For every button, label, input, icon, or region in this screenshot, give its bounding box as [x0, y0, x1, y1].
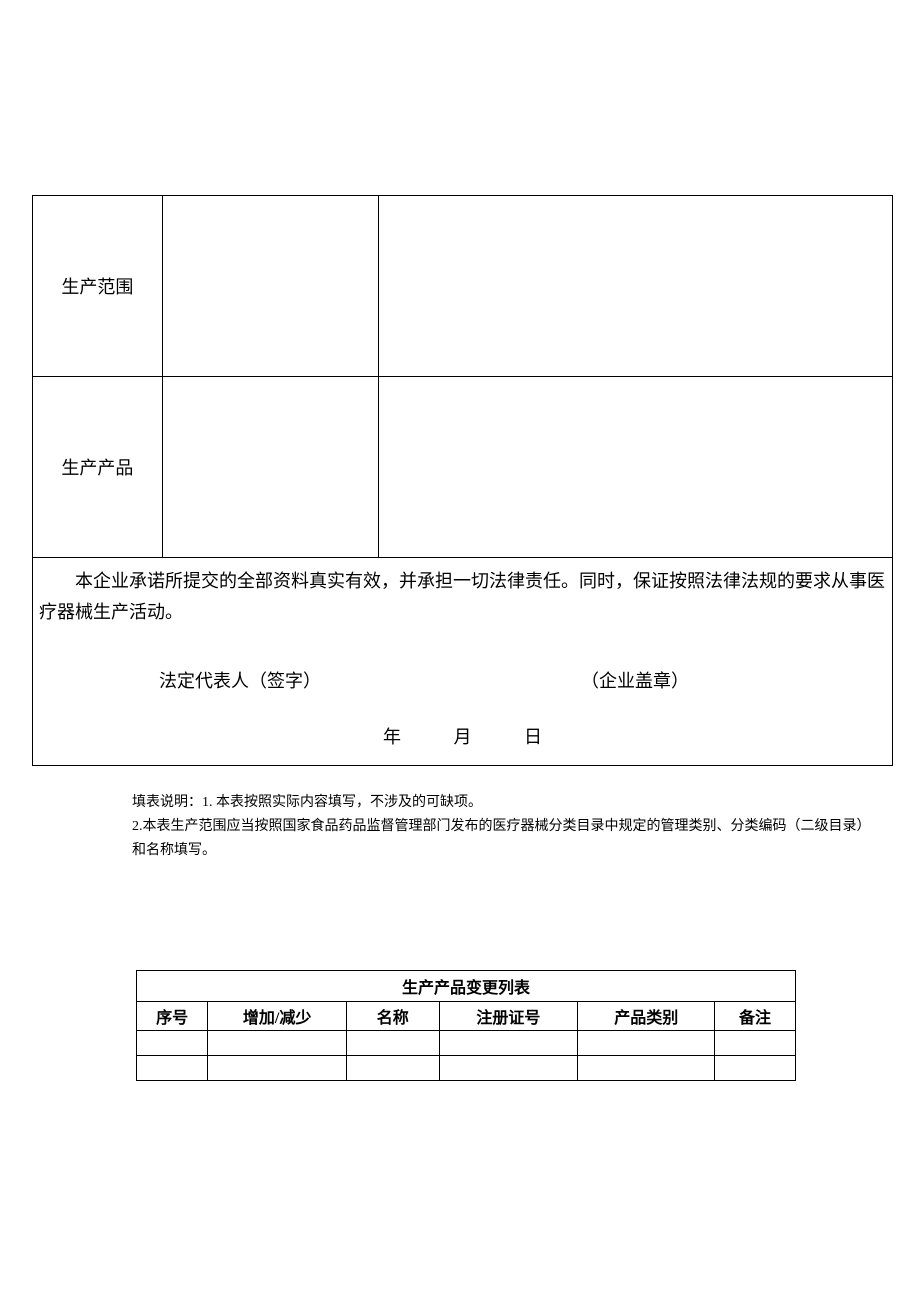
cell-add-remove[interactable]	[208, 1031, 347, 1056]
cell-product-mid[interactable]	[162, 377, 378, 558]
cell-remark[interactable]	[715, 1031, 796, 1056]
cell-reg-number[interactable]	[439, 1056, 578, 1081]
change-table-header-row: 序号 增加/减少 名称 注册证号 产品类别 备注	[137, 1002, 796, 1031]
label-production-product: 生产产品	[33, 377, 163, 558]
cell-serial[interactable]	[137, 1056, 208, 1081]
cell-product-right[interactable]	[379, 377, 893, 558]
main-form-table: 生产范围 生产产品 本企业承诺所提交的全部资料真实有效，并承担一切法律责任。同时…	[32, 195, 893, 766]
col-header-category: 产品类别	[578, 1002, 715, 1031]
change-list-table: 生产产品变更列表 序号 增加/减少 名称 注册证号 产品类别 备注	[136, 970, 796, 1081]
instruction-line-1: 填表说明：1. 本表按照实际内容填写，不涉及的可缺项。	[132, 791, 872, 815]
commitment-text: 本企业承诺所提交的全部资料真实有效，并承担一切法律责任。同时，保证按照法律法规的…	[39, 566, 886, 627]
commitment-cell: 本企业承诺所提交的全部资料真实有效，并承担一切法律责任。同时，保证按照法律法规的…	[33, 558, 893, 766]
row-production-product: 生产产品	[33, 377, 893, 558]
cell-category[interactable]	[578, 1031, 715, 1056]
instructions-block: 填表说明：1. 本表按照实际内容填写，不涉及的可缺项。 2.本表生产范围应当按照…	[132, 791, 872, 862]
change-table-title: 生产产品变更列表	[137, 971, 796, 1002]
col-header-remark: 备注	[715, 1002, 796, 1031]
col-header-reg-number: 注册证号	[439, 1002, 578, 1031]
row-commitment: 本企业承诺所提交的全部资料真实有效，并承担一切法律责任。同时，保证按照法律法规的…	[33, 558, 893, 766]
cell-reg-number[interactable]	[439, 1031, 578, 1056]
col-header-add-remove: 增加/减少	[208, 1002, 347, 1031]
instruction-line-2: 2.本表生产范围应当按照国家食品药品监督管理部门发布的医疗器械分类目录中规定的管…	[132, 815, 872, 863]
table-row	[137, 1031, 796, 1056]
date-year: 年	[383, 727, 401, 747]
table-row	[137, 1056, 796, 1081]
cell-remark[interactable]	[715, 1056, 796, 1081]
cell-scope-mid[interactable]	[162, 196, 378, 377]
col-header-name: 名称	[347, 1002, 439, 1031]
signature-legal-rep: 法定代表人（签字）	[159, 667, 321, 693]
cell-serial[interactable]	[137, 1031, 208, 1056]
cell-category[interactable]	[578, 1056, 715, 1081]
date-day: 日	[524, 727, 542, 747]
document-page: 生产范围 生产产品 本企业承诺所提交的全部资料真实有效，并承担一切法律责任。同时…	[0, 0, 920, 1301]
label-production-scope: 生产范围	[33, 196, 163, 377]
date-row: 年 月 日	[39, 723, 886, 749]
cell-name[interactable]	[347, 1031, 439, 1056]
signature-row: 法定代表人（签字） （企业盖章）	[39, 667, 886, 693]
row-production-scope: 生产范围	[33, 196, 893, 377]
cell-scope-right[interactable]	[379, 196, 893, 377]
cell-add-remove[interactable]	[208, 1056, 347, 1081]
col-header-serial: 序号	[137, 1002, 208, 1031]
change-table-title-row: 生产产品变更列表	[137, 971, 796, 1002]
signature-company-seal: （企业盖章）	[581, 667, 689, 693]
cell-name[interactable]	[347, 1056, 439, 1081]
date-month: 月	[454, 727, 472, 747]
